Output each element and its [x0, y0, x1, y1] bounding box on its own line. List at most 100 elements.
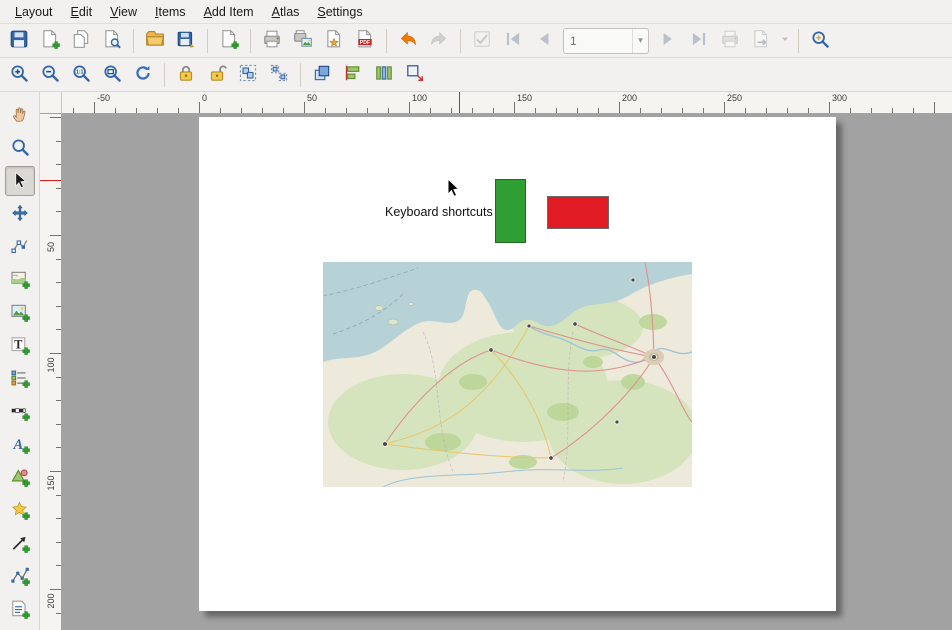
export-atlas-button[interactable] [746, 26, 776, 56]
add-arrow-button[interactable] [5, 529, 35, 559]
ruler-tick [56, 377, 61, 378]
ruler-tick [682, 108, 683, 113]
redo-icon [429, 29, 449, 52]
select-move-item-tool-button[interactable] [5, 166, 35, 196]
export-as-image-button[interactable] [288, 26, 318, 56]
menu-item-settings[interactable]: Settings [308, 1, 371, 23]
zoom-layout-tool-button[interactable] [5, 133, 35, 163]
edit-nodes-item-tool-button[interactable] [5, 232, 35, 262]
ruler-tick [346, 108, 347, 113]
export-image-icon [293, 29, 313, 52]
add-marker-button[interactable] [5, 496, 35, 526]
atlas-page-spinner-icon[interactable]: ▾ [632, 29, 648, 53]
menu-item-layout[interactable]: Layout [6, 1, 62, 23]
layout-manager-button[interactable] [97, 26, 127, 56]
ruler-tick [283, 108, 284, 113]
add-pages-button[interactable] [214, 26, 244, 56]
zoom-actual-size-button[interactable]: 1:1 [66, 60, 96, 90]
duplicate-layout-button[interactable] [66, 26, 96, 56]
add-html-frame-button[interactable] [5, 595, 35, 625]
new-layout-button[interactable] [35, 26, 65, 56]
add-map-button[interactable] [5, 265, 35, 295]
pan-layout-tool-button[interactable] [5, 100, 35, 130]
align-selected-items-button[interactable] [338, 60, 368, 90]
add-label-button[interactable]: T [5, 331, 35, 361]
resize-icon [405, 63, 425, 86]
menu-item-view[interactable]: View [101, 1, 146, 23]
atlas-next-feature-button[interactable] [653, 26, 683, 56]
ruler-tick [409, 102, 410, 113]
menu-item-add-item[interactable]: Add Item [195, 1, 263, 23]
add-node-item-button[interactable] [5, 562, 35, 592]
ruler-tick [388, 108, 389, 113]
add-label-icon: T [10, 335, 30, 358]
ruler-row: -50050100150200250300 [40, 92, 952, 114]
menu-item-items[interactable]: Items [146, 1, 195, 23]
toolbar-separator [164, 63, 165, 87]
ruler-tick [304, 102, 305, 113]
print-layout-button[interactable] [257, 26, 287, 56]
export-as-pdf-button[interactable]: PDF [350, 26, 380, 56]
ruler-tick [56, 565, 61, 566]
ruler-tick [56, 447, 61, 448]
ungroup-items-button[interactable] [264, 60, 294, 90]
ruler-tick [556, 108, 557, 113]
move-item-content-tool-button[interactable] [5, 199, 35, 229]
ruler-tick [56, 518, 61, 519]
ruler-tick [56, 141, 61, 142]
add-scalebar-button[interactable] [5, 397, 35, 427]
refresh-view-button[interactable] [128, 60, 158, 90]
atlas-last-feature-button[interactable] [684, 26, 714, 56]
raise-selected-items-button[interactable] [307, 60, 337, 90]
navigation-actions-toolbar: 1:1 [0, 58, 952, 92]
distribute-selected-items-button[interactable] [369, 60, 399, 90]
add-picture-button[interactable] [5, 298, 35, 328]
redo-button[interactable] [424, 26, 454, 56]
save-project-button[interactable] [4, 26, 34, 56]
green-rectangle-item[interactable] [495, 179, 526, 243]
save-as-template-button[interactable] [171, 26, 201, 56]
refresh-icon [133, 63, 153, 86]
add-items-from-template-button[interactable] [140, 26, 170, 56]
export-atlas-menu-button[interactable] [777, 26, 792, 56]
unlock-all-items-button[interactable] [202, 60, 232, 90]
ruler-tick [56, 188, 61, 189]
zoom-out-button[interactable] [35, 60, 65, 90]
add-north-arrow-button[interactable]: A [5, 430, 35, 460]
ruler-tick [745, 108, 746, 113]
ruler-tick [430, 108, 431, 113]
zoom-in-button[interactable] [4, 60, 34, 90]
move-content-icon [10, 203, 30, 226]
resize-selected-items-button[interactable] [400, 60, 430, 90]
atlas-first-feature-button[interactable] [498, 26, 528, 56]
print-atlas-button[interactable] [715, 26, 745, 56]
atlas-settings-button[interactable] [805, 26, 835, 56]
red-rectangle-item[interactable] [547, 196, 609, 229]
menu-item-atlas[interactable]: Atlas [263, 1, 309, 23]
atlas-page-input[interactable] [564, 34, 632, 48]
add-shape-button[interactable] [5, 463, 35, 493]
horizontal-ruler: -50050100150200250300 [62, 92, 952, 114]
layout-canvas[interactable]: Keyboard shortcuts tests [62, 114, 952, 630]
ruler-tick [493, 108, 494, 113]
zoom-full-extent-button[interactable] [97, 60, 127, 90]
ruler-tick [619, 102, 620, 113]
layout-page[interactable]: Keyboard shortcuts tests [199, 117, 836, 611]
zoom-out-icon [40, 63, 60, 86]
add-legend-button[interactable] [5, 364, 35, 394]
ruler-label-h: 150 [517, 93, 532, 103]
ruler-label-h: -50 [97, 93, 110, 103]
export-as-svg-button[interactable] [319, 26, 349, 56]
lock-selected-items-button[interactable] [171, 60, 201, 90]
menu-item-edit[interactable]: Edit [62, 1, 102, 23]
preview-atlas-button[interactable] [467, 26, 497, 56]
vertical-ruler: 50100150200 [40, 114, 62, 630]
zoom-icon [10, 137, 30, 160]
atlas-previous-feature-button[interactable] [529, 26, 559, 56]
ruler-tick [56, 542, 61, 543]
undo-button[interactable] [393, 26, 423, 56]
map-item[interactable] [323, 262, 692, 487]
new-layout-icon [40, 29, 60, 52]
lock-icon [176, 63, 196, 86]
group-items-button[interactable] [233, 60, 263, 90]
